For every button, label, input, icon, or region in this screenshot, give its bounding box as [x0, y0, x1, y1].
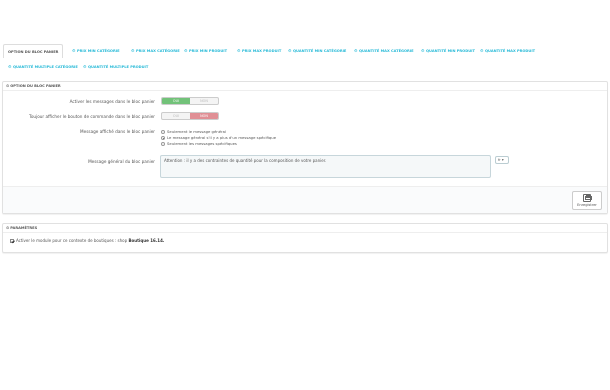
tab-prix-max-categorie[interactable]: ⚙PRIX MAX CATÉGORIE: [131, 44, 180, 58]
cogs-icon: ⚙: [131, 48, 135, 53]
panel-heading: ⚙OPTION DU BLOC PANIER: [3, 82, 607, 91]
field-label-general-message: Message général du bloc panier: [88, 159, 155, 164]
tab-label: QUANTITÉ MAX PRODUIT: [485, 49, 536, 53]
tab-label: PRIX MAX PRODUIT: [242, 49, 282, 53]
cogs-icon: ⚙: [288, 48, 292, 53]
cogs-icon: ⚙: [8, 64, 12, 69]
tab-prix-max-produit[interactable]: ⚙PRIX MAX PRODUIT: [237, 44, 281, 58]
field-label: Activer les messages dans le bloc panier: [69, 99, 155, 104]
module-enable-checkbox[interactable]: [10, 239, 14, 243]
tab-quantite-min-produit[interactable]: ⚙QUANTITÉ MIN PRODUIT: [421, 44, 475, 58]
general-message-textarea[interactable]: Attention : il y a des contraintes de qu…: [160, 155, 491, 178]
field-label: Toujour afficher le bouton de commande d…: [28, 114, 155, 119]
tab-quantite-multiple-produit[interactable]: ⚙QUANTITÉ MULTIPLE PRODUIT: [83, 60, 148, 74]
tab-label: PRIX MAX CATÉGORIE: [136, 49, 180, 53]
panel-parametres: ⚙PARAMÈTRES Activer le module pour ce co…: [2, 223, 608, 253]
radio-label: Le message général s'il y a plus d'un me…: [167, 135, 277, 140]
tab-label: QUANTITÉ MULTIPLE CATÉGORIE: [13, 65, 78, 69]
language-dropdown[interactable]: fr ▾: [495, 156, 509, 164]
panel-title: OPTION DU BLOC PANIER: [10, 84, 61, 88]
cogs-icon: ⚙: [6, 84, 10, 88]
switch-yes[interactable]: OUI: [162, 113, 190, 119]
radio-button[interactable]: [161, 142, 165, 146]
tab-label: PRIX MIN PRODUIT: [189, 49, 228, 53]
tab-label: QUANTITÉ MIN CATÉGORIE: [293, 49, 347, 53]
radio-option-general-if-multiple[interactable]: Le message général s'il y a plus d'un me…: [161, 135, 276, 140]
tab-label: PRIX MIN CATÉGORIE: [77, 49, 120, 53]
messages-switch[interactable]: OUI NON: [161, 97, 219, 105]
panel-option-bloc-panier: ⚙OPTION DU BLOC PANIER Activer les messa…: [2, 81, 608, 214]
cogs-icon: ⚙: [6, 226, 10, 230]
tab-quantite-multiple-categorie[interactable]: ⚙QUANTITÉ MULTIPLE CATÉGORIE: [8, 60, 78, 74]
panel-title: PARAMÈTRES: [10, 226, 38, 230]
cogs-icon: ⚙: [83, 64, 87, 69]
radio-label: Seulement les messages spécifiques: [167, 141, 237, 146]
radio-label: Seulement le message général: [167, 129, 226, 134]
switch-no[interactable]: NON: [190, 113, 218, 119]
switch-no[interactable]: NON: [190, 98, 218, 104]
cogs-icon: ⚙: [421, 48, 425, 53]
checkbox-label: Activer le module pour ce contexte de bo…: [16, 238, 128, 243]
order-button-switch[interactable]: OUI NON: [161, 112, 219, 120]
radio-button[interactable]: [161, 136, 165, 140]
panel-heading: ⚙PARAMÈTRES: [3, 224, 607, 233]
radio-button[interactable]: [161, 130, 165, 134]
tab-prix-min-categorie[interactable]: ⚙PRIX MIN CATÉGORIE: [72, 44, 120, 58]
tab-label: QUANTITÉ MIN PRODUIT: [426, 49, 475, 53]
field-label: Message affiché dans le bloc panier: [80, 129, 155, 134]
floppy-disk-icon: [583, 194, 592, 202]
tab-label: QUANTITÉ MULTIPLE PRODUIT: [88, 65, 149, 69]
caret-down-icon: ▾: [500, 158, 504, 162]
tab-quantite-min-categorie[interactable]: ⚙QUANTITÉ MIN CATÉGORIE: [288, 44, 346, 58]
module-enable-row[interactable]: Activer le module pour ce contexte de bo…: [10, 238, 164, 243]
cogs-icon: ⚙: [354, 48, 358, 53]
panel-footer: Enregistrer: [3, 186, 607, 213]
tab-quantite-max-categorie[interactable]: ⚙QUANTITÉ MAX CATÉGORIE: [354, 44, 414, 58]
shop-name: Boutique 16.14.: [128, 238, 165, 243]
radio-option-specific[interactable]: Seulement les messages spécifiques: [161, 141, 237, 146]
tab-quantite-max-produit[interactable]: ⚙QUANTITÉ MAX PRODUIT: [480, 44, 535, 58]
cogs-icon: ⚙: [237, 48, 241, 53]
tab-option-bloc-panier[interactable]: OPTION DU BLOC PANIER: [3, 44, 64, 58]
switch-yes[interactable]: OUI: [162, 98, 190, 104]
save-label: Enregistrer: [577, 203, 597, 207]
cogs-icon: ⚙: [184, 48, 188, 53]
cogs-icon: ⚙: [72, 48, 76, 53]
tab-prix-min-produit[interactable]: ⚙PRIX MIN PRODUIT: [184, 44, 227, 58]
radio-option-general[interactable]: Seulement le message général: [161, 129, 226, 134]
save-button[interactable]: Enregistrer: [572, 191, 602, 210]
cogs-icon: ⚙: [480, 48, 484, 53]
tab-label: OPTION DU BLOC PANIER: [8, 50, 59, 54]
tab-label: QUANTITÉ MAX CATÉGORIE: [359, 49, 414, 53]
